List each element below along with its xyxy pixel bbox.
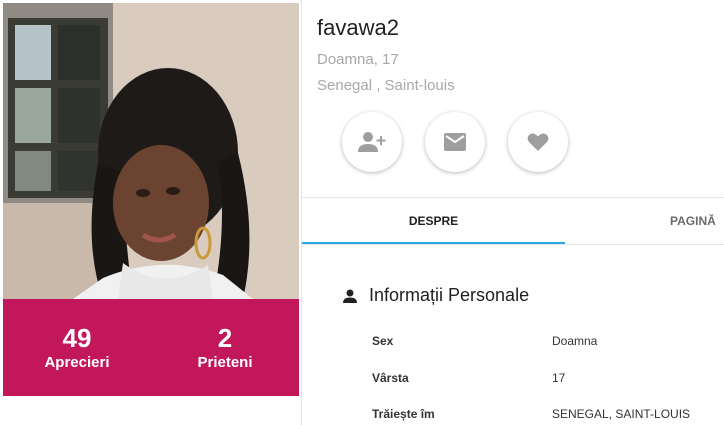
info-value: SENEGAL, SAINT-LOUIS (552, 407, 691, 421)
friends-count: 2 (217, 322, 233, 353)
profile-location: Senegal , Saint-louis (317, 77, 455, 94)
active-tab-indicator (302, 242, 565, 244)
personal-info-header: Informații Personale (343, 285, 529, 306)
info-label: Sex (372, 334, 394, 348)
add-friend-button[interactable] (342, 112, 402, 172)
tab-despre[interactable]: DESPRE (302, 198, 565, 244)
person-add-icon (358, 132, 386, 152)
like-button[interactable] (508, 112, 568, 172)
person-icon (343, 289, 357, 303)
profile-actions (342, 112, 568, 172)
likes-stat[interactable]: 49 Aprecieri (3, 299, 151, 396)
message-button[interactable] (425, 112, 485, 172)
heart-icon (527, 133, 549, 151)
profile-photo[interactable] (3, 3, 299, 299)
tab-pagina[interactable]: PAGINĂ (622, 198, 724, 244)
info-value: 17 (552, 371, 566, 385)
profile-main: favawa2 Doamna, 17 Senegal , Saint-louis… (302, 0, 724, 425)
info-label: Trăiește îm (372, 407, 435, 421)
profile-gender-age: Doamna, 17 (317, 51, 399, 68)
profile-username: favawa2 (317, 15, 399, 40)
profile-sidebar: 49 Aprecieri 2 Prieteni (0, 0, 302, 425)
likes-count: 49 (62, 322, 92, 353)
friends-label: Prieteni (197, 353, 253, 371)
section-title: Informații Personale (369, 285, 530, 305)
profile-tabs: DESPRE PAGINĂ (302, 197, 724, 245)
stats-bar: 49 Aprecieri 2 Prieteni (3, 299, 299, 396)
info-value: Doamna (552, 334, 598, 348)
likes-label: Aprecieri (44, 353, 110, 371)
info-label: Vârsta (372, 371, 409, 385)
friends-stat[interactable]: 2 Prieteni (151, 299, 299, 396)
profile-photo-image (3, 3, 299, 299)
mail-icon (444, 133, 466, 151)
